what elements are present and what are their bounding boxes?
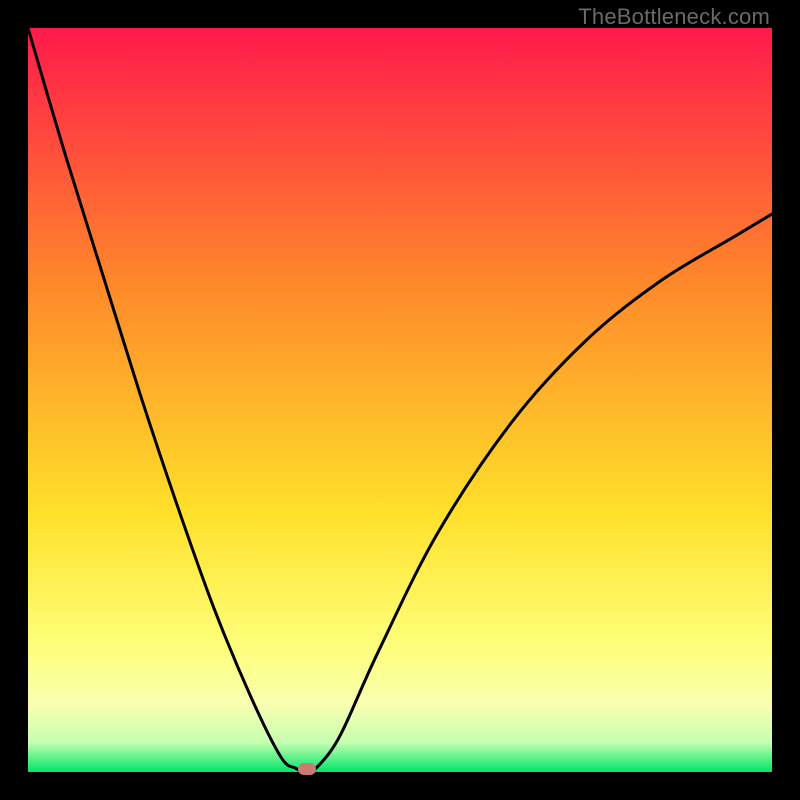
- chart-plot: [28, 28, 772, 772]
- watermark-text: TheBottleneck.com: [578, 4, 770, 30]
- gradient-background: [28, 28, 772, 772]
- chart-frame: [28, 28, 772, 772]
- optimum-marker: [298, 763, 316, 775]
